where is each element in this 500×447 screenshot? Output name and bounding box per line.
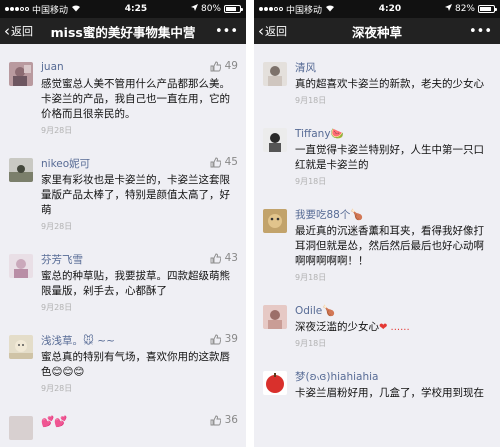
avatar[interactable] [9,335,33,359]
left-screen: 中国移动 4:25 80% ‹ 返回 miss蜜的美好事物集中营 ••• jua… [0,0,246,447]
like-button[interactable]: 45 [210,156,238,168]
list-item: Tiffany🍉 一直觉得卡姿兰特别好，人生中第一只口红就是卡姿兰的 9月18日 [254,114,500,195]
list-item: 梦(ʚ៶ɞ)hiahiahia 卡姿兰眉粉好用，几盒了，学校用到现在 [254,357,500,409]
back-label: 返回 [265,25,287,38]
like-count: 45 [224,156,238,168]
more-button[interactable]: ••• [469,24,492,39]
thumbs-up-icon [210,253,221,264]
comment-date: 9月18日 [295,96,327,105]
list-item: 我要吃88个🍗 最近真的沉迷香薰和耳夹，看得我好像打耳洞但就是怂，然后然后最后也… [254,195,500,291]
location-icon [444,4,452,14]
list-item: 芬芳飞雪 43 蜜总的种草贴，我要拔草。四款超级萌熊限量版，剁手去，心都酥了 9… [0,240,246,321]
clock: 4:25 [124,4,148,14]
list-item: 清风 真的超喜欢卡姿兰的新款，老夫的少女心 9月18日 [254,44,500,114]
comment-author[interactable]: Tiffany🍉 [295,127,344,140]
comment-author[interactable]: 芬芳飞雪 [41,252,83,267]
chevron-left-icon: ‹ [4,21,10,40]
comment-text: 感觉蜜总人美不管用什么产品都那么美。卡姿兰的产品，我自己也一直在用，它的价格而且… [41,78,230,120]
battery-icon [477,5,497,13]
list-item: 💕💕 36 [0,402,246,440]
wifi-icon [325,4,335,15]
comment-list: 清风 真的超喜欢卡姿兰的新款，老夫的少女心 9月18日 Tiffany🍉 一直觉… [254,44,500,409]
thumbs-up-icon [210,334,221,345]
comment-author[interactable]: juan [41,61,64,73]
nav-bar: ‹ 返回 miss蜜的美好事物集中营 ••• [0,18,246,44]
comment-date: 9月18日 [295,177,327,186]
battery-icon [223,5,243,13]
heart-emoji: ❤ ...... [379,322,410,333]
avatar[interactable] [263,62,287,86]
like-count: 49 [224,60,238,72]
like-button[interactable]: 39 [210,333,238,345]
comment-author[interactable]: 💕💕 [41,415,67,428]
status-bar: 中国移动 4:25 80% [0,0,246,18]
page-title: 深夜种草 [351,24,402,40]
like-count: 43 [224,252,238,264]
comment-date: 9月28日 [41,384,73,393]
location-icon [190,4,198,14]
comment-text-body: 深夜泛滥的少女心 [295,321,379,333]
avatar[interactable] [9,254,33,278]
comment-text: 蜜总的种草贴，我要拔草。四款超级萌熊限量版，剁手去，心都酥了 [41,270,230,297]
clock: 4:20 [378,4,402,14]
comment-date: 9月28日 [41,303,73,312]
battery-percent: 82% [454,4,475,14]
comment-author[interactable]: 清风 [295,60,316,75]
comment-author[interactable]: 梦(ʚ៶ɞ)hiahiahia [295,369,378,384]
comment-date: 9月28日 [41,222,73,231]
avatar[interactable] [263,305,287,329]
comment-text: 蜜总真的特别有气场，喜欢你用的这款唇色😊😊😊 [41,350,238,380]
comment-author[interactable]: 我要吃88个🍗 [295,207,363,222]
avatar[interactable] [263,128,287,152]
comment-author[interactable]: nikeo妮可 [41,156,90,171]
avatar[interactable] [263,371,287,395]
thumbs-up-icon [210,157,221,168]
signal-icon [5,7,29,11]
more-button[interactable]: ••• [215,24,238,39]
avatar[interactable] [263,209,287,233]
carrier: 中国移动 [32,5,69,16]
nav-bar: ‹ 返回 深夜种草 ••• [254,18,500,44]
back-button[interactable]: ‹ 返回 [254,23,287,39]
list-item: juan 49 感觉蜜总人美不管用什么产品都那么美。卡姿兰的产品，我自己也一直在… [0,44,246,144]
comment-date: 9月28日 [41,126,73,135]
right-screen: 中国移动 4:20 82% ‹ 返回 深夜种草 ••• 清风 真的超喜欢卡姿兰的… [254,0,500,447]
list-item: nikeo妮可 45 家里有彩妆也是卡姿兰的，卡姿兰这套限量版产品太棒了，特别是… [0,144,246,240]
chevron-left-icon: ‹ [258,21,264,40]
thumbs-up-icon [210,415,221,426]
comment-date: 9月18日 [295,339,327,348]
wifi-icon [71,4,81,15]
like-button[interactable]: 43 [210,252,238,264]
like-count: 39 [224,333,238,345]
comment-text: 深夜泛滥的少女心❤ ...... [295,320,492,335]
page-title: miss蜜的美好事物集中营 [50,24,196,40]
comment-date: 9月18日 [295,273,327,282]
battery-percent: 80% [200,4,221,14]
signal-icon [259,7,283,11]
comment-text: 一直觉得卡姿兰特别好，人生中第一只口红就是卡姿兰的 [295,144,484,171]
comment-text: 卡姿兰眉粉好用，几盒了，学校用到现在 [295,387,484,399]
comment-list: juan 49 感觉蜜总人美不管用什么产品都那么美。卡姿兰的产品，我自己也一直在… [0,44,246,440]
avatar[interactable] [9,62,33,86]
comment-author[interactable]: 浅浅草。🐭 ~~ [41,333,115,348]
list-item: 浅浅草。🐭 ~~ 39 蜜总真的特别有气场，喜欢你用的这款唇色😊😊😊 9月28日 [0,321,246,402]
avatar[interactable] [9,158,33,182]
emoji-smile: 😊😊😊 [51,366,85,378]
back-button[interactable]: ‹ 返回 [0,23,33,39]
avatar[interactable] [9,416,33,440]
comment-author[interactable]: Odile🍗 [295,304,335,317]
comment-text: 最近真的沉迷香薰和耳夹，看得我好像打耳洞但就是怂，然后然后最后也好心动啊啊啊啊啊… [295,225,484,267]
like-button[interactable]: 36 [210,414,238,426]
comment-text: 家里有彩妆也是卡姿兰的，卡姿兰这套限量版产品太棒了，特别是颜值太高了，好萌 [41,174,230,216]
comment-text: 真的超喜欢卡姿兰的新款，老夫的少女心 [295,78,484,90]
thumbs-up-icon [210,61,221,72]
like-count: 36 [224,414,238,426]
list-item: Odile🍗 深夜泛滥的少女心❤ ...... 9月18日 [254,291,500,357]
like-button[interactable]: 49 [210,60,238,72]
status-bar: 中国移动 4:20 82% [254,0,500,18]
carrier: 中国移动 [286,5,323,16]
back-label: 返回 [11,25,33,38]
